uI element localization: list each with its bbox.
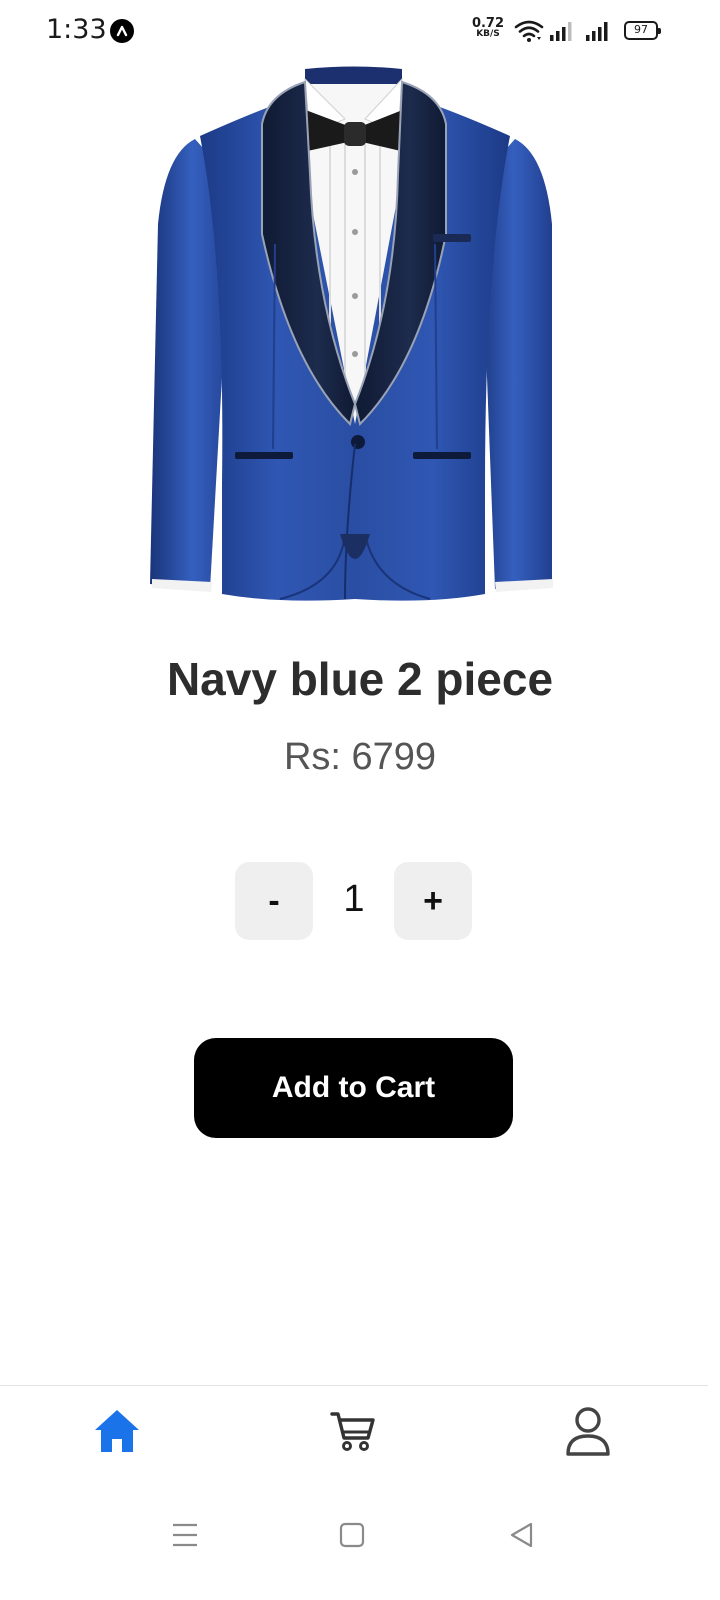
add-to-cart-button[interactable]: Add to Cart bbox=[194, 1038, 513, 1138]
product-title: Navy blue 2 piece bbox=[166, 653, 554, 705]
decrease-quantity-button[interactable]: - bbox=[235, 862, 313, 940]
tab-home[interactable] bbox=[82, 1396, 152, 1466]
system-menu-button[interactable] bbox=[160, 1510, 210, 1560]
system-navigation-bar bbox=[0, 1490, 720, 1600]
notification-app-icon bbox=[110, 19, 134, 43]
network-speed: 0.72 KB/S bbox=[470, 16, 506, 40]
home-icon bbox=[95, 1410, 139, 1452]
status-time: 1:33 bbox=[46, 14, 107, 45]
status-bar: 1:33 0.72 KB/S 97 bbox=[0, 0, 720, 64]
bottom-tab-bar bbox=[0, 1385, 708, 1485]
product-price: Rs: 6799 bbox=[283, 736, 437, 778]
profile-icon bbox=[566, 1407, 610, 1456]
increase-quantity-button[interactable]: + bbox=[394, 862, 472, 940]
signal-sim1-icon bbox=[550, 22, 572, 41]
home-square-icon bbox=[339, 1522, 365, 1548]
battery-level: 97 bbox=[634, 23, 648, 36]
battery-icon: 97 bbox=[624, 21, 661, 40]
wifi-icon bbox=[514, 20, 544, 42]
tab-profile[interactable] bbox=[553, 1396, 623, 1466]
menu-icon bbox=[173, 1523, 197, 1547]
signal-sim2-icon bbox=[586, 22, 608, 41]
cart-icon bbox=[330, 1412, 375, 1451]
system-home-button[interactable] bbox=[327, 1510, 377, 1560]
quantity-value: 1 bbox=[343, 878, 365, 920]
system-back-button[interactable] bbox=[497, 1510, 547, 1560]
tab-cart[interactable] bbox=[318, 1396, 388, 1466]
navy-tuxedo-jacket-image bbox=[150, 66, 553, 601]
back-triangle-icon bbox=[510, 1522, 533, 1548]
network-speed-value: 0.72 bbox=[471, 16, 505, 31]
